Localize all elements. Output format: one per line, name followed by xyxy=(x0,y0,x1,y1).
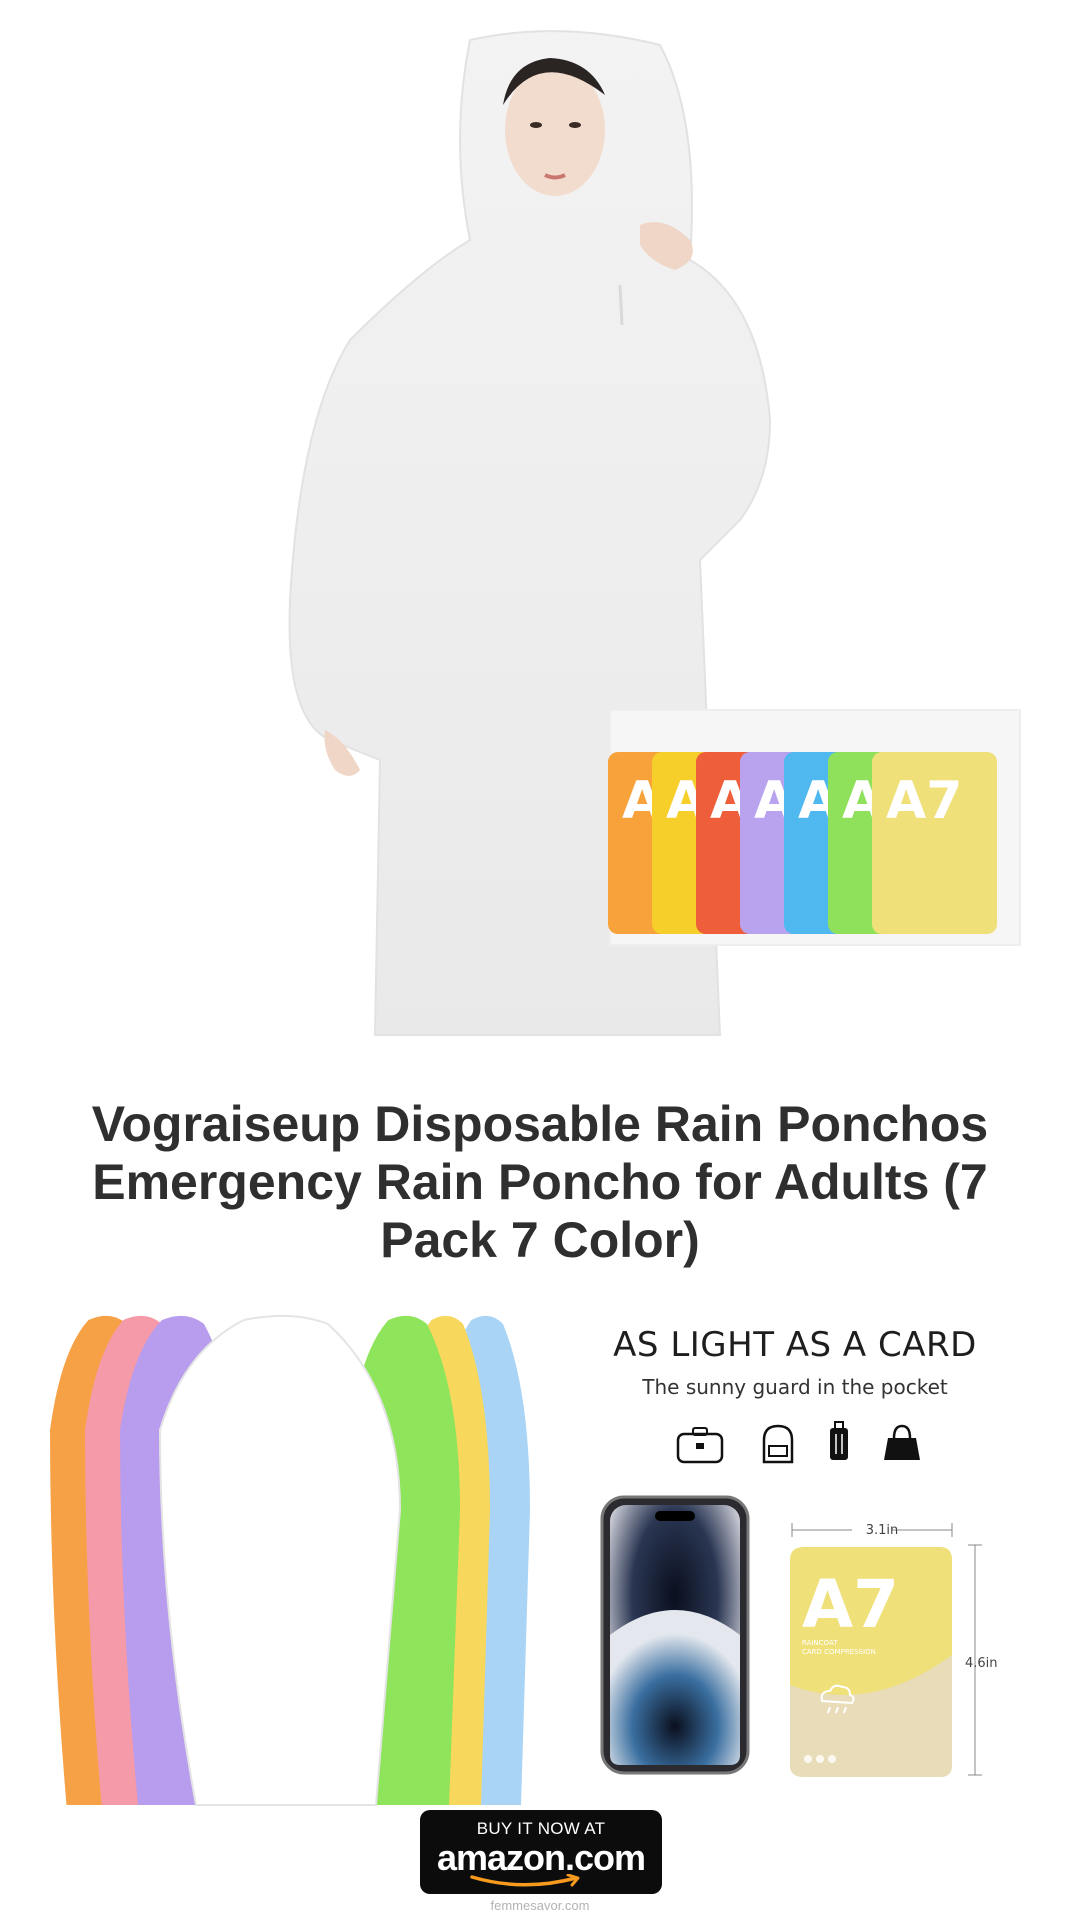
usage-icons-row xyxy=(676,1421,920,1464)
buy-on-amazon-button[interactable]: BUY IT NOW AT amazon.com xyxy=(420,1810,662,1894)
briefcase-icon xyxy=(676,1427,724,1464)
feature-subhead: The sunny guard in the pocket xyxy=(642,1375,948,1399)
a7-packet-dimensions: A7 RAINCOAT CARD COMPRESSION xyxy=(790,1521,982,1777)
width-dimension-label: 3.1in xyxy=(865,1523,899,1538)
smartphone-comparison-image xyxy=(600,1495,750,1775)
hero-product-image: A A A A A A A7 xyxy=(0,0,1080,1045)
packet-bag-group: A A A A A A A7 xyxy=(608,709,1021,946)
rain-poncho-packet: A7 xyxy=(872,752,997,934)
handbag-icon xyxy=(884,1424,920,1460)
svg-text:CARD COMPRESSION: CARD COMPRESSION xyxy=(802,1648,876,1656)
svg-text:RAINCOAT: RAINCOAT xyxy=(802,1639,838,1647)
buy-it-now-label: BUY IT NOW AT xyxy=(476,1819,606,1838)
amazon-smile-icon xyxy=(470,1874,580,1887)
svg-text:A7: A7 xyxy=(802,1566,899,1643)
height-dimension-label: 4.6in xyxy=(965,1656,998,1671)
feature-headline: AS LIGHT AS A CARD xyxy=(613,1325,977,1365)
backpack-icon xyxy=(762,1424,794,1464)
luggage-icon xyxy=(830,1421,848,1460)
amazon-logo-text: amazon.com xyxy=(436,1837,646,1878)
product-title: Vograiseup Disposable Rain Ponchos Emerg… xyxy=(91,1096,989,1268)
poncho-lineup-item xyxy=(158,1314,402,1806)
packet-label: A7 xyxy=(886,771,962,831)
site-watermark: femmesavor.com xyxy=(490,1898,590,1913)
